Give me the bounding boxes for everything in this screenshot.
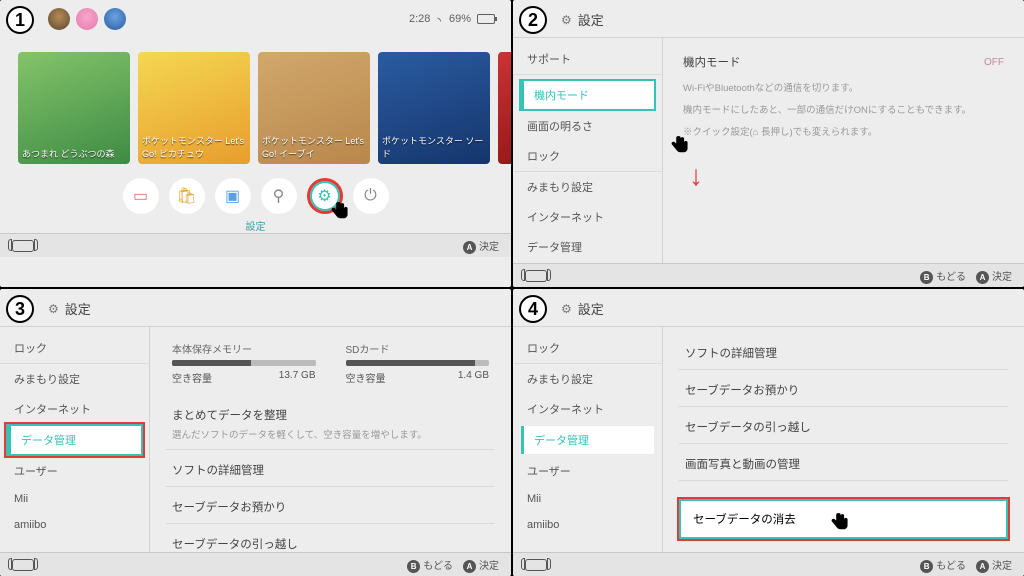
sidebar-item-brightness[interactable]: 画面の明るさ bbox=[513, 111, 662, 141]
controller-icon bbox=[525, 559, 547, 571]
game-tile[interactable] bbox=[498, 52, 511, 164]
sidebar-item-internet[interactable]: インターネット bbox=[513, 202, 662, 232]
step-badge: 1 bbox=[6, 6, 34, 34]
sidebar-item-internet[interactable]: インターネット bbox=[513, 394, 662, 424]
controller-icon bbox=[12, 559, 34, 571]
sidebar-item-airplane[interactable]: 機内モード bbox=[521, 81, 654, 109]
news-button[interactable]: ▭ bbox=[123, 178, 159, 214]
a-button-hint: A決定 bbox=[976, 268, 1012, 284]
save-keep-row[interactable]: セーブデータお預かり bbox=[679, 374, 1008, 407]
airplane-mode-title: 機内モード bbox=[683, 54, 741, 70]
a-button-hint: A決定 bbox=[463, 238, 499, 254]
settings-label: 設定 bbox=[0, 218, 511, 233]
a-button-hint: A決定 bbox=[976, 557, 1012, 573]
panel-3-data-mgmt: 3 ⚙ 設定 ロック みまもり設定 インターネット データ管理 ユーザー Mii… bbox=[0, 289, 511, 576]
user-avatar-2[interactable] bbox=[76, 8, 98, 30]
sd-storage: SDカード 空き容量1.4 GB bbox=[346, 341, 490, 385]
user-avatar-1[interactable] bbox=[48, 8, 70, 30]
game-tile[interactable]: ポケットモンスター ソード bbox=[378, 52, 490, 164]
controller-icon bbox=[525, 270, 547, 282]
sidebar-item-support[interactable]: サポート bbox=[513, 44, 662, 75]
user-avatar-3[interactable] bbox=[104, 8, 126, 30]
arrow-down-icon: ↓ bbox=[689, 160, 703, 192]
panel-4-delete-save: 4 ⚙ 設定 ロック みまもり設定 インターネット データ管理 ユーザー Mii… bbox=[513, 289, 1024, 576]
airplane-desc: Wi-FiやBluetoothなどの通信を切ります。 bbox=[679, 78, 1008, 96]
sidebar-item-lock[interactable]: ロック bbox=[513, 333, 662, 364]
sidebar-item-mii[interactable]: Mii bbox=[0, 486, 149, 512]
sidebar-item-parental[interactable]: みまもり設定 bbox=[0, 364, 149, 394]
panel-2-settings: 2 ⚙ 設定 サポート 機内モード 画面の明るさ ロック みまもり設定 インター… bbox=[513, 0, 1024, 287]
wifi-icon: ⌢ bbox=[433, 13, 445, 25]
settings-sidebar: ロック みまもり設定 インターネット データ管理 ユーザー Mii amiibo bbox=[0, 327, 150, 552]
sidebar-item-internet[interactable]: インターネット bbox=[0, 394, 149, 424]
save-keep-row[interactable]: セーブデータお預かり bbox=[166, 491, 495, 524]
panel-1-home: 1 2:28 ⌢ 69% あつまれ どうぶつの森 ポケットモンスター Let's… bbox=[0, 0, 511, 287]
sidebar-item-user[interactable]: ユーザー bbox=[513, 456, 662, 486]
software-mgmt-row[interactable]: ソフトの詳細管理 bbox=[166, 454, 495, 487]
sidebar-item-lock[interactable]: ロック bbox=[0, 333, 149, 364]
sidebar-item-data[interactable]: データ管理 bbox=[513, 232, 662, 262]
game-tile[interactable]: あつまれ どうぶつの森 bbox=[18, 52, 130, 164]
step-badge: 2 bbox=[519, 6, 547, 34]
b-button-hint: Bもどる bbox=[920, 268, 966, 284]
album-button[interactable]: ▣ bbox=[215, 178, 251, 214]
gear-icon: ⚙ bbox=[48, 302, 59, 316]
b-button-hint: Bもどる bbox=[407, 557, 453, 573]
sidebar-item-parental[interactable]: みまもり設定 bbox=[513, 172, 662, 202]
media-mgmt-row[interactable]: 画面写真と動画の管理 bbox=[679, 448, 1008, 481]
gear-icon: ⚙ bbox=[561, 302, 572, 316]
game-tile[interactable]: ポケットモンスター Let's Go! イーブイ bbox=[258, 52, 370, 164]
sidebar-item-data[interactable]: データ管理 bbox=[8, 426, 141, 454]
battery-percent: 69% bbox=[449, 13, 471, 25]
save-move-row[interactable]: セーブデータの引っ越し bbox=[679, 411, 1008, 444]
game-tile[interactable]: ポケットモンスター Let's Go! ピカチュウ bbox=[138, 52, 250, 164]
eshop-button[interactable]: 🛍 bbox=[169, 178, 205, 214]
airplane-desc: ※クイック設定(⌂ 長押し)でも変えられます。 bbox=[679, 122, 1008, 140]
battery-icon bbox=[477, 14, 495, 24]
airplane-toggle[interactable]: OFF bbox=[984, 57, 1004, 68]
software-mgmt-row[interactable]: ソフトの詳細管理 bbox=[679, 337, 1008, 370]
internal-storage: 本体保存メモリー 空き容量13.7 GB bbox=[172, 341, 316, 385]
save-move-row[interactable]: セーブデータの引っ越し bbox=[166, 528, 495, 552]
power-button[interactable]: ⏻ bbox=[353, 178, 389, 214]
sidebar-item-user[interactable]: ユーザー bbox=[0, 456, 149, 486]
sidebar-item-amiibo[interactable]: amiibo bbox=[513, 512, 662, 538]
page-title: 設定 bbox=[578, 299, 604, 318]
sidebar-item-amiibo[interactable]: amiibo bbox=[0, 512, 149, 538]
gear-icon: ⚙ bbox=[561, 13, 572, 27]
settings-button[interactable]: ⚙ bbox=[307, 178, 343, 214]
airplane-desc: 機内モードにしたあと、一部の通信だけONにすることもできます。 bbox=[679, 100, 1008, 118]
page-title: 設定 bbox=[578, 10, 604, 29]
clock: 2:28 bbox=[409, 13, 430, 25]
step-badge: 4 bbox=[519, 295, 547, 323]
sidebar-item-mii[interactable]: Mii bbox=[513, 486, 662, 512]
settings-sidebar: サポート 機内モード 画面の明るさ ロック みまもり設定 インターネット データ… bbox=[513, 38, 663, 263]
delete-save-row[interactable]: セーブデータの消去 bbox=[679, 499, 1008, 539]
sidebar-item-parental[interactable]: みまもり設定 bbox=[513, 364, 662, 394]
controllers-button[interactable]: ⚲ bbox=[261, 178, 297, 214]
organize-data-row[interactable]: まとめてデータを整理 選んだソフトのデータを軽くして、空き容量を増やします。 bbox=[166, 399, 495, 450]
sidebar-item-data[interactable]: データ管理 bbox=[521, 426, 654, 454]
settings-sidebar: ロック みまもり設定 インターネット データ管理 ユーザー Mii amiibo bbox=[513, 327, 663, 552]
page-title: 設定 bbox=[65, 299, 91, 318]
a-button-hint: A決定 bbox=[463, 557, 499, 573]
hand-cursor-icon bbox=[829, 511, 851, 533]
step-badge: 3 bbox=[6, 295, 34, 323]
controller-icon bbox=[12, 240, 34, 252]
b-button-hint: Bもどる bbox=[920, 557, 966, 573]
sidebar-item-lock[interactable]: ロック bbox=[513, 141, 662, 172]
